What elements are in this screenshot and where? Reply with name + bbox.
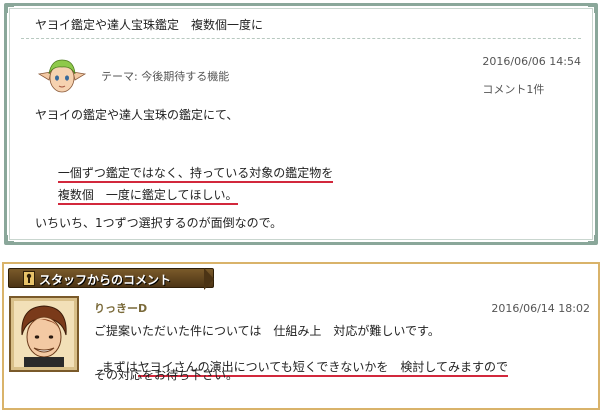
staff-name: りっきーD: [94, 302, 148, 315]
banner-tail: [204, 268, 214, 290]
corner-ornament: [6, 235, 14, 243]
post-title: ヤヨイ鑑定や達人宝珠鑑定 複数個一度に: [35, 18, 264, 32]
staff-banner: スタッフからのコメント: [8, 268, 214, 288]
corner-ornament: [6, 5, 14, 13]
corner-ornament: [588, 5, 596, 13]
theme-row: テーマ: 今後期待する機能: [101, 68, 229, 84]
comment-count-link[interactable]: コメント1件: [482, 83, 544, 96]
elf-avatar-icon: [37, 59, 87, 93]
staff-banner-title: スタッフからのコメント: [39, 273, 172, 287]
title-divider: [21, 38, 581, 39]
keyhole-icon: [23, 271, 35, 286]
staff-date: 2016/06/14 18:02: [491, 302, 590, 315]
staff-avatar-frame: [9, 296, 79, 372]
post-line: 複数個 一度に鑑定してほしい。: [35, 172, 238, 217]
post-line: いちいち、1つずつ選択するのが面倒なので。: [35, 216, 283, 230]
staff-line: その対応をお待ち下さい。: [94, 368, 239, 382]
post-date: 2016/06/06 14:54: [482, 55, 581, 68]
staff-avatar-icon: [14, 301, 74, 367]
theme-label: テーマ:: [101, 70, 138, 83]
post-card: ヤヨイ鑑定や達人宝珠鑑定 複数個一度に 2016/06/06 14:54 コメン…: [4, 3, 598, 245]
corner-ornament: [588, 235, 596, 243]
post-line: ヤヨイの鑑定や達人宝珠の鑑定にて、: [35, 108, 239, 122]
highlighted-text: 複数個 一度に鑑定してほしい。: [57, 188, 238, 205]
theme-value: 今後期待する機能: [141, 70, 230, 83]
post-meta: 2016/06/06 14:54 コメント1件: [468, 42, 581, 110]
staff-line: ご提案いただいた件については 仕組み上 対応が難しいです。: [94, 324, 440, 338]
